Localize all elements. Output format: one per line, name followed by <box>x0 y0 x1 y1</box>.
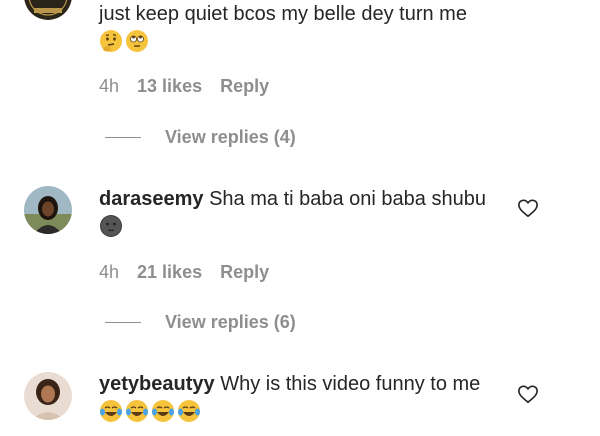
reply-button[interactable]: Reply <box>220 76 269 97</box>
avatar[interactable] <box>24 372 72 420</box>
view-replies-button[interactable]: View replies (6) <box>105 312 296 333</box>
username[interactable]: daraseemy <box>99 188 204 210</box>
comment-time: 4h <box>99 76 120 96</box>
comment-text: yetybeautyy Why is this video funny to m… <box>99 370 499 426</box>
like-heart-icon[interactable] <box>517 384 539 404</box>
thinking-face-icon <box>99 29 123 53</box>
likes-count[interactable]: 21 likes <box>137 262 202 283</box>
face-with-tears-of-joy-icon <box>99 399 123 423</box>
comment-body: Why is this video funny to me <box>220 373 481 395</box>
face-with-rolling-eyes-icon <box>125 29 149 53</box>
like-heart-icon[interactable] <box>517 198 539 218</box>
avatar[interactable] <box>24 0 72 20</box>
face-with-tears-of-joy-icon <box>151 399 175 423</box>
replies-divider <box>105 137 141 138</box>
view-replies-button[interactable]: View replies (4) <box>105 127 296 148</box>
comment-text: daraseemy Sha ma ti baba oni baba shubu <box>99 185 499 241</box>
comment-meta: 4h 13 likes Reply <box>99 76 269 97</box>
comment-body: just keep quiet bcos my belle dey turn m… <box>99 3 467 25</box>
avatar[interactable] <box>24 186 72 234</box>
view-replies-label: View replies (6) <box>165 312 296 332</box>
comment-time: 4h <box>99 262 120 282</box>
username[interactable]: yetybeautyy <box>99 373 215 395</box>
reply-button[interactable]: Reply <box>220 262 269 283</box>
comment-body: Sha ma ti baba oni baba shubu <box>209 188 486 210</box>
likes-count[interactable]: 13 likes <box>137 76 202 97</box>
replies-divider <box>105 322 141 323</box>
new-moon-face-icon <box>99 214 123 238</box>
comment-text: just keep quiet bcos my belle dey turn m… <box>99 0 499 56</box>
view-replies-label: View replies (4) <box>165 127 296 147</box>
face-with-tears-of-joy-icon <box>125 399 149 423</box>
comment-meta: 4h 21 likes Reply <box>99 262 269 283</box>
face-with-tears-of-joy-icon <box>177 399 201 423</box>
